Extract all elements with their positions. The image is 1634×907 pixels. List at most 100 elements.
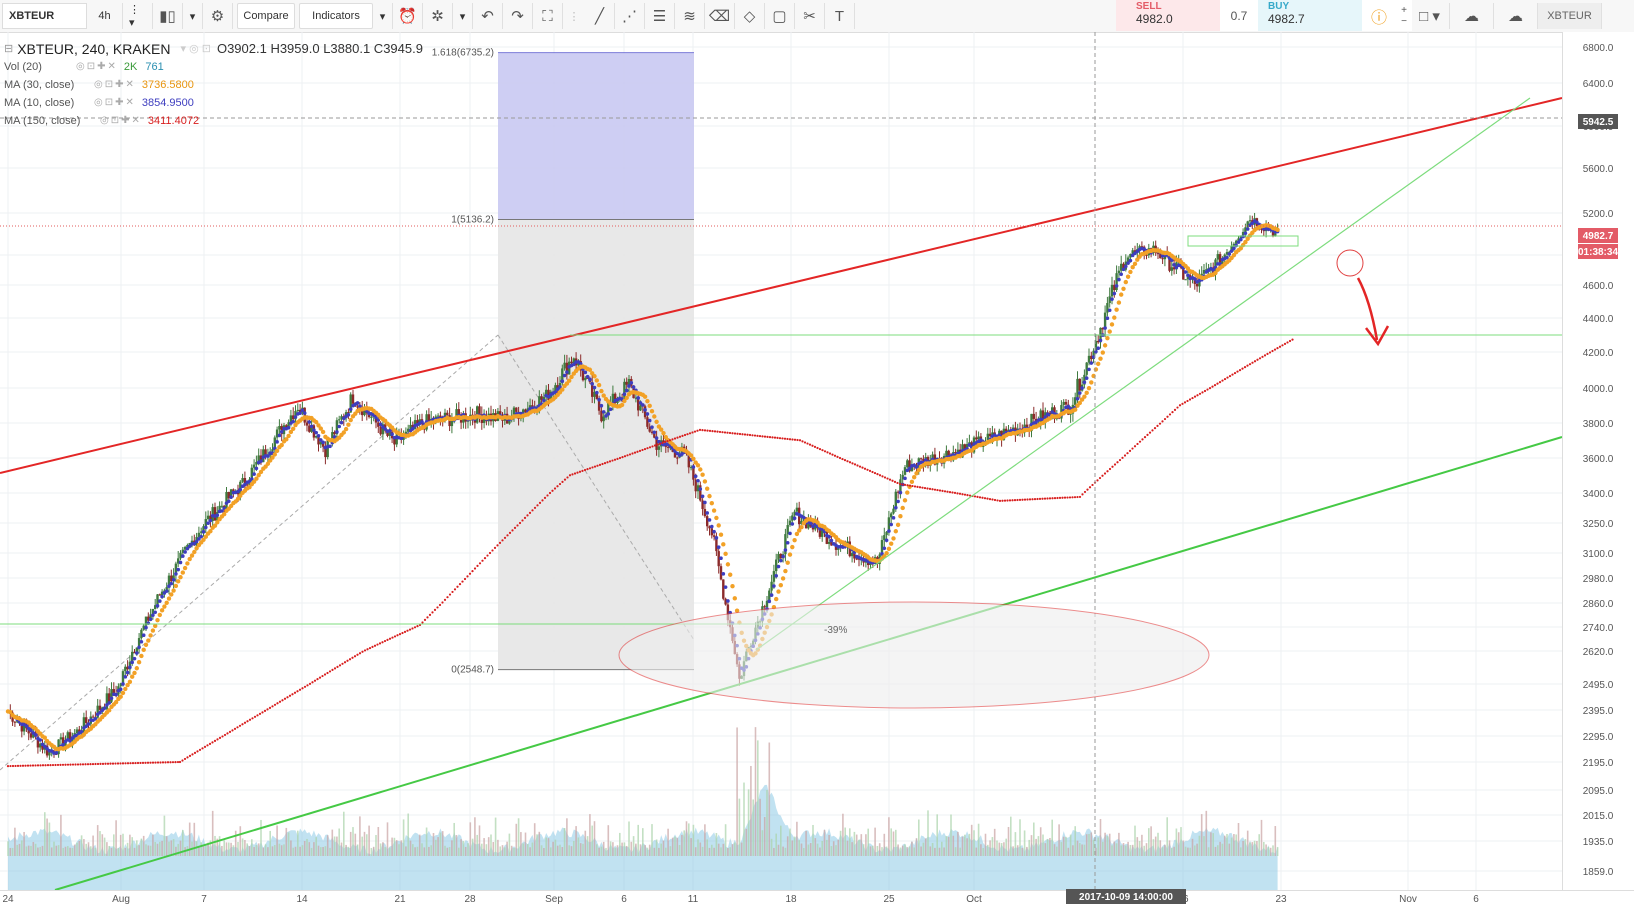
volume-bar	[922, 842, 925, 856]
volume-bar	[471, 838, 474, 856]
ma150-point	[1286, 341, 1289, 344]
ma150-label[interactable]: MA (150, close)	[4, 112, 94, 130]
volume-bar	[602, 841, 605, 856]
volume-bar	[425, 827, 428, 856]
ma150-point	[771, 436, 774, 439]
ma150-point	[206, 744, 209, 747]
ma30-point	[1275, 227, 1280, 232]
volume-bar	[326, 835, 329, 856]
ma10-label[interactable]: MA (10, close)	[4, 94, 88, 112]
ma150-settings-icons[interactable]: ◎⊡✚✕	[100, 112, 142, 130]
ma150-point	[46, 764, 50, 767]
volume-bar	[1090, 832, 1093, 856]
volume-bar	[1049, 837, 1051, 856]
ma150-point	[149, 761, 152, 764]
ma150-point	[456, 585, 459, 588]
volume-bar	[7, 841, 9, 856]
ma150-point	[638, 449, 642, 452]
ma150-point	[96, 762, 100, 766]
ma150-point	[226, 732, 229, 735]
candle-body	[446, 412, 449, 416]
ma150-point	[1221, 379, 1224, 382]
price-axis[interactable]	[1562, 32, 1634, 890]
ma10-settings-icons[interactable]: ◎⊡✚✕	[94, 94, 136, 112]
volume-bar	[193, 822, 196, 856]
symbol-menu-icon[interactable]: ▾ ◎ ⊡	[181, 40, 211, 58]
volume-bar	[786, 836, 789, 856]
volume-bar	[561, 847, 564, 856]
ma10-point	[128, 665, 132, 670]
vol-settings-icons[interactable]: ◎⊡✚✕	[76, 58, 118, 76]
ma30-label[interactable]: MA (30, close)	[4, 76, 88, 94]
collapse-icon[interactable]: ⊟	[4, 40, 13, 58]
ma10-point	[121, 682, 125, 686]
ma150-point	[383, 639, 387, 643]
volume-bar	[106, 842, 108, 856]
volume-bar	[354, 833, 357, 856]
ma150-point	[773, 436, 777, 439]
volume-bar	[1237, 823, 1240, 856]
ma150-point	[1041, 497, 1044, 500]
price-chart[interactable]: 1.618(6735.2) 1(5136.2) 0(2548.7) -39%	[0, 0, 1634, 906]
ma150-point	[373, 644, 377, 647]
volume-bar	[294, 846, 297, 856]
ma30-point	[169, 592, 174, 597]
ma150-point	[813, 445, 817, 448]
volume-bar	[987, 844, 989, 856]
volume-bar	[614, 847, 616, 856]
ma10-point	[721, 572, 726, 576]
volume-bar	[515, 823, 518, 856]
ma150-point	[328, 670, 332, 673]
volume-bar	[140, 838, 143, 856]
candle-body	[919, 458, 923, 460]
volume-bar	[205, 844, 207, 856]
ma150-point	[24, 764, 27, 767]
volume-bar	[1253, 840, 1256, 856]
volume-bar	[223, 840, 225, 856]
volume-bar	[1019, 819, 1021, 856]
vol-label[interactable]: Vol (20)	[4, 58, 70, 76]
ma30-point	[1100, 350, 1106, 355]
ma10-point	[788, 531, 792, 536]
candle-body	[945, 450, 948, 456]
volume-bar	[899, 847, 902, 856]
ma10-point	[208, 518, 213, 523]
ma150-point	[1033, 498, 1037, 501]
ma30-point	[1109, 322, 1115, 327]
volume-bar	[1175, 828, 1178, 856]
volume-bar	[1187, 847, 1189, 856]
ma10-point	[153, 610, 157, 615]
volume-bar	[954, 847, 957, 856]
candle-body	[1170, 267, 1173, 271]
volume-bar	[701, 846, 704, 856]
ma10-point	[636, 396, 640, 400]
ma150-point	[488, 551, 492, 555]
ma150-point	[928, 487, 932, 490]
ma150-point	[321, 674, 324, 678]
ma150-point	[846, 460, 849, 463]
ma10-point	[693, 474, 698, 479]
ma30-settings-icons[interactable]: ◎⊡✚✕	[94, 76, 136, 94]
volume-bar	[1118, 832, 1120, 856]
volume-bar	[324, 846, 327, 856]
ma150-point	[1291, 338, 1294, 341]
ma10-point	[772, 584, 776, 588]
ma30-point	[286, 433, 291, 439]
ma30-point	[171, 588, 176, 593]
ma30-point	[659, 427, 664, 432]
ma30-point	[652, 414, 657, 419]
ma150-point	[811, 444, 814, 447]
ma150-point	[506, 534, 509, 537]
volume-bar	[60, 814, 62, 856]
ma150-point	[621, 456, 624, 459]
ma150-point	[916, 485, 919, 488]
ma150-point	[49, 763, 52, 767]
ma10-point	[565, 370, 569, 374]
ma150-point	[426, 616, 429, 619]
volume-bar	[1242, 840, 1244, 856]
time-axis[interactable]	[0, 890, 1634, 907]
ma150-point	[826, 451, 829, 454]
ma10-point	[309, 424, 314, 429]
ma30-point	[893, 529, 898, 534]
ma30-point	[130, 674, 135, 679]
